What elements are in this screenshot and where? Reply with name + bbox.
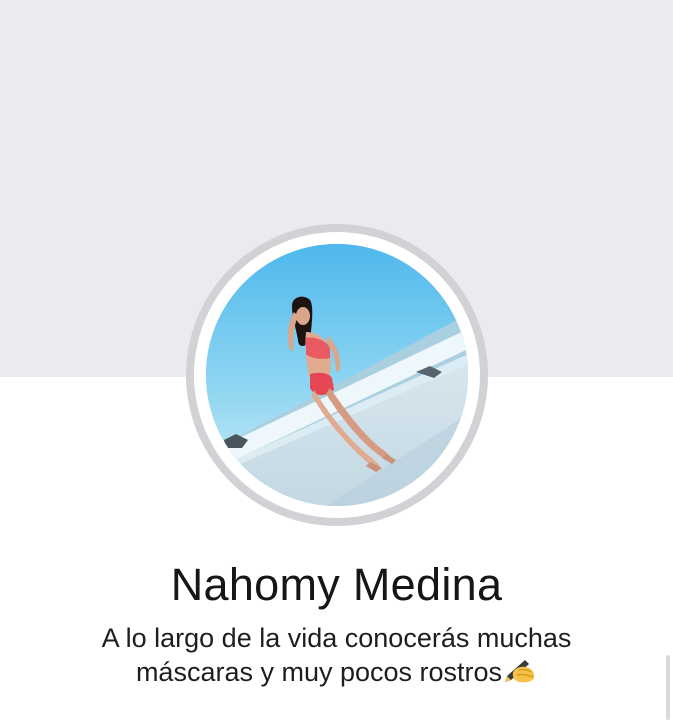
profile-bio: A lo largo de la vida conocerás muchas m… xyxy=(0,621,673,692)
profile-picture-frame[interactable] xyxy=(186,224,488,526)
bio-line-2: máscaras y muy pocos rostros xyxy=(135,657,503,687)
bio-line-1: A lo largo de la vida conocerás muchas xyxy=(101,623,572,653)
scrollbar[interactable] xyxy=(666,655,670,720)
bio-line-2-wrapper: máscaras y muy pocos rostros xyxy=(0,655,673,692)
profile-name: Nahomy Medina xyxy=(170,559,503,610)
profile-page: Nahomy Medina A lo largo de la vida cono… xyxy=(0,0,673,720)
profile-picture-image xyxy=(206,244,468,506)
profile-picture-border xyxy=(194,232,480,518)
writing-hand-icon xyxy=(503,656,537,692)
profile-picture[interactable] xyxy=(206,244,468,506)
